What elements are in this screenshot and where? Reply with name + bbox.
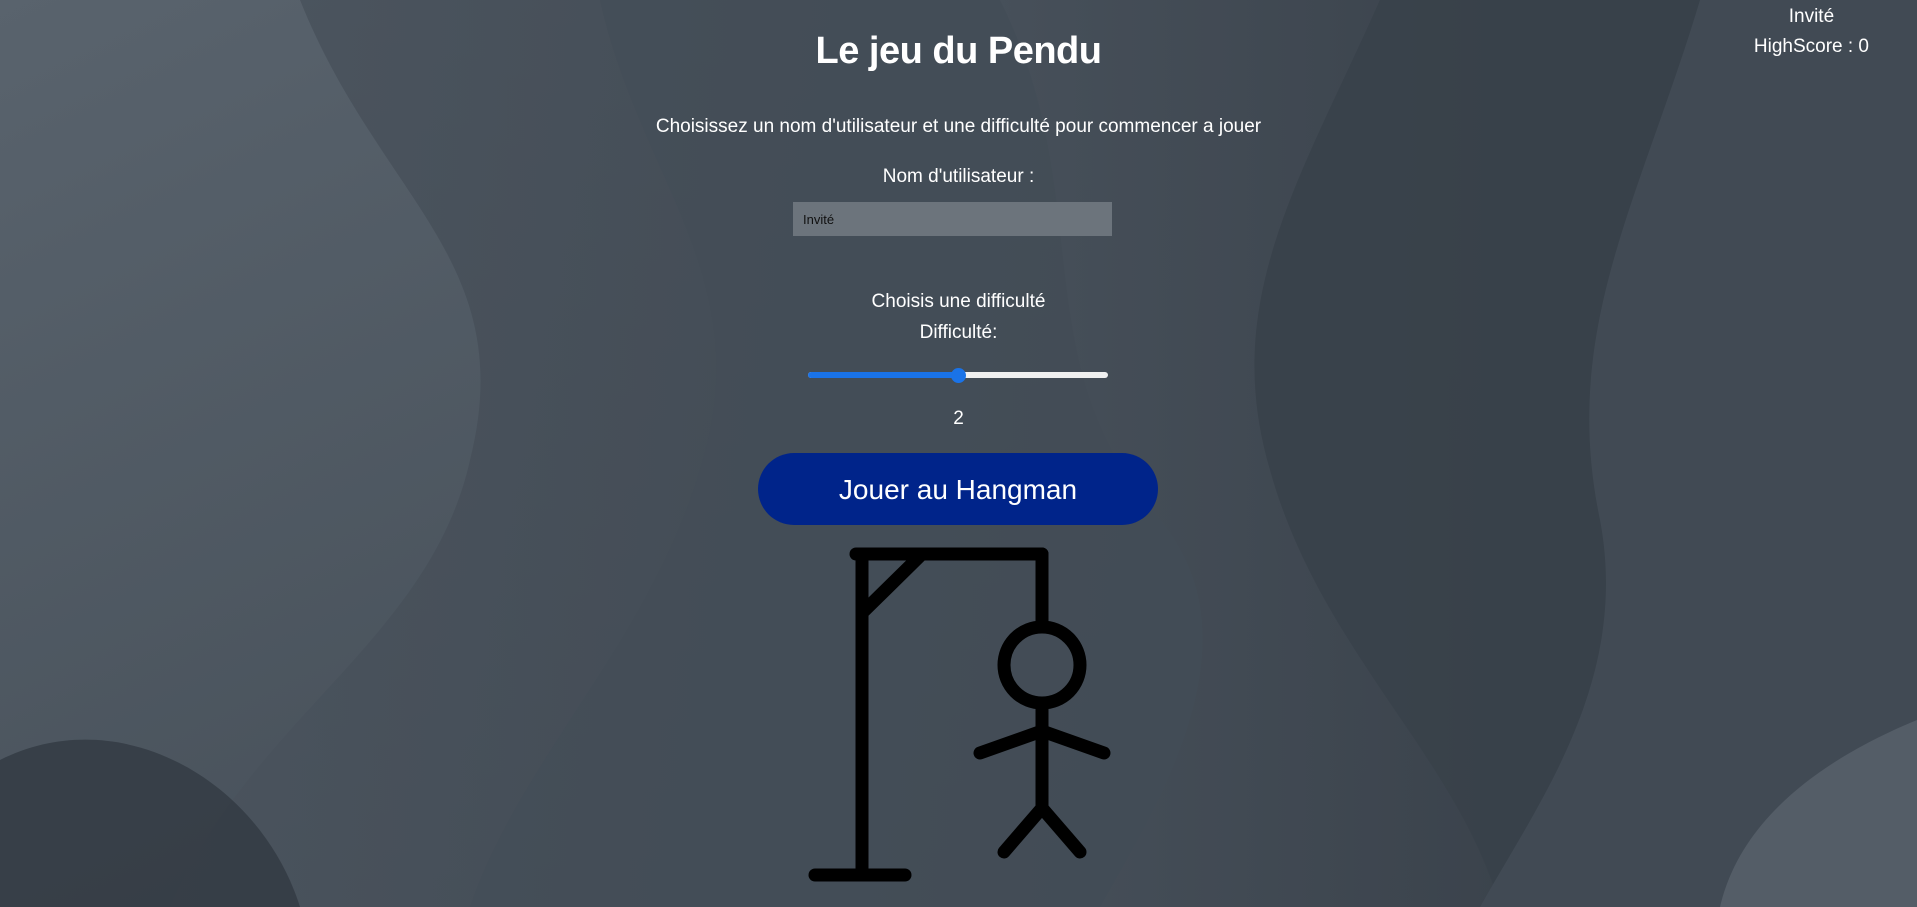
username-display: Invité [1788, 6, 1835, 27]
play-hangman-button[interactable]: Jouer au Hangman [758, 453, 1158, 525]
username-input[interactable] [793, 202, 1112, 236]
slider-thumb[interactable] [951, 368, 966, 383]
difficulty-value: 2 [953, 408, 964, 429]
hangman-icon [808, 547, 1111, 882]
gallows-brace [855, 547, 929, 620]
left-leg [997, 801, 1049, 859]
instructions-text: Choisissez un nom d'utilisateur et une d… [655, 116, 1262, 137]
difficulty-slider[interactable] [808, 368, 1108, 383]
right-arm [1035, 724, 1111, 760]
left-arm [973, 724, 1049, 760]
right-leg [1035, 801, 1087, 859]
choose-difficulty-text: Choisis une difficulté [871, 291, 1046, 312]
username-label: Nom d'utilisateur : [882, 166, 1035, 187]
head [997, 620, 1087, 710]
page-title: Le jeu du Pendu [815, 30, 1102, 72]
slider-fill [808, 372, 958, 378]
difficulty-label: Difficulté: [919, 322, 998, 343]
